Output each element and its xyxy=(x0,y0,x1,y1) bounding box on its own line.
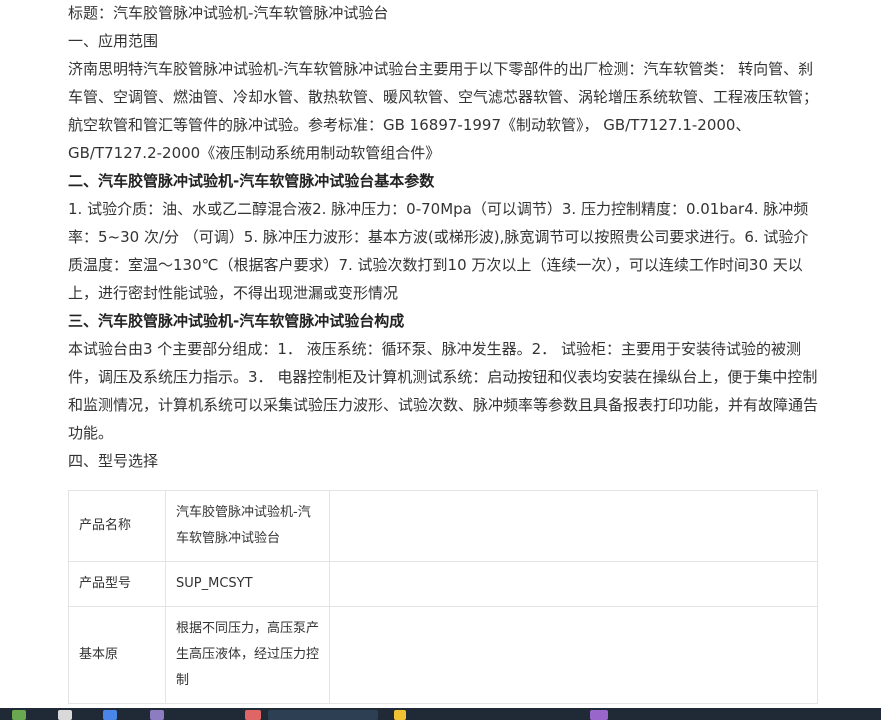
table-row: 产品型号 SUP_MCSYT xyxy=(68,561,818,607)
table-cell-label: 基本原 xyxy=(68,606,166,704)
table-row: 基本原 根据不同压力，高压泵产生高压液体，经过压力控制 xyxy=(68,606,818,704)
section-paragraph-scope: 济南思明特汽车胶管脉冲试验机-汽车软管脉冲试验台主要用于以下零部件的出厂检测：汽… xyxy=(68,60,819,162)
table-cell-value: 根据不同压力，高压泵产生高压液体，经过压力控制 xyxy=(165,606,330,704)
taskbar-app-icon[interactable] xyxy=(394,710,406,720)
section-heading-structure: 三、汽车胶管脉冲试验机-汽车软管脉冲试验台构成 xyxy=(68,312,405,330)
table-row: 产品名称 汽车胶管脉冲试验机-汽车软管脉冲试验台 xyxy=(68,490,818,562)
section-paragraph-params: 1. 试验介质：油、水或乙二醇混合液2. 脉冲压力：0-70Mpa（可以调节）3… xyxy=(68,200,809,302)
section-paragraph-structure: 本试验台由3 个主要部分组成：1． 液压系统：循环泵、脉冲发生器。2． 试验柜：… xyxy=(68,340,819,442)
taskbar-app-icon[interactable] xyxy=(103,710,117,720)
table-cell-extra xyxy=(329,561,818,607)
table-cell-label: 产品型号 xyxy=(68,561,166,607)
taskbar-app-icon[interactable] xyxy=(58,710,72,720)
section-heading-scope: 一、应用范围 xyxy=(68,32,159,50)
taskbar xyxy=(0,708,881,720)
taskbar-app-icon[interactable] xyxy=(12,710,26,720)
taskbar-app-icon[interactable] xyxy=(150,710,164,720)
article-body: 标题：汽车胶管脉冲试验机-汽车软管脉冲试验台 一、应用范围 济南思明特汽车胶管脉… xyxy=(68,0,820,475)
table-cell-value: SUP_MCSYT xyxy=(165,561,330,607)
taskbar-app-icon[interactable] xyxy=(245,710,261,720)
table-cell-extra xyxy=(329,490,818,562)
table-cell-extra xyxy=(329,606,818,704)
table-cell-label: 产品名称 xyxy=(68,490,166,562)
taskbar-app-icon[interactable] xyxy=(590,710,608,720)
section-heading-model: 四、型号选择 xyxy=(68,452,159,470)
taskbar-active-window[interactable] xyxy=(268,710,378,720)
section-heading-params: 二、汽车胶管脉冲试验机-汽车软管脉冲试验台基本参数 xyxy=(68,172,435,190)
table-cell-value: 汽车胶管脉冲试验机-汽车软管脉冲试验台 xyxy=(165,490,330,562)
product-spec-table: 产品名称 汽车胶管脉冲试验机-汽车软管脉冲试验台 产品型号 SUP_MCSYT … xyxy=(68,490,818,704)
article-title: 标题：汽车胶管脉冲试验机-汽车软管脉冲试验台 xyxy=(68,4,389,22)
